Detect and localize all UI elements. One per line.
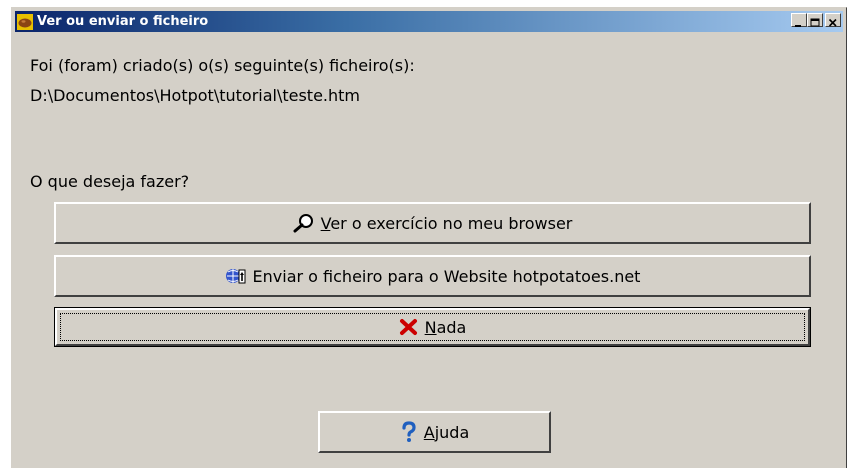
created-files-label: Foi (foram) criado(s) o(s) seguinte(s) f… (30, 56, 415, 75)
question-icon (400, 421, 418, 443)
magnifier-icon (293, 213, 315, 233)
help-label: Ajuda (423, 422, 470, 442)
hotpotatoes-app-icon (17, 13, 33, 30)
dialog-window: Ver ou enviar o ficheiro Foi (foram) cri… (11, 7, 847, 468)
focus-rectangle (60, 313, 805, 341)
window-title: Ver ou enviar o ficheiro (37, 14, 209, 29)
close-icon (828, 18, 837, 27)
minimize-button[interactable] (791, 13, 807, 27)
file-path-text: D:\Documentos\Hotpot\tutorial\teste.htm (30, 86, 361, 105)
title-bar[interactable]: Ver ou enviar o ficheiro (15, 11, 843, 32)
upload-website-label: Enviar o ficheiro para o Website hotpota… (252, 266, 641, 286)
maximize-icon (810, 18, 820, 27)
upload-web-icon (225, 266, 247, 286)
help-button[interactable]: Ajuda (318, 411, 551, 453)
question-label: O que deseja fazer? (30, 172, 190, 191)
window-controls (791, 13, 841, 27)
view-in-browser-button[interactable]: Ver o exercício no meu browser (54, 202, 811, 244)
minimize-icon (795, 25, 801, 27)
close-button[interactable] (825, 13, 841, 27)
maximize-button[interactable] (807, 13, 823, 27)
view-in-browser-label: Ver o exercício no meu browser (320, 213, 573, 233)
nothing-button[interactable]: Nada (54, 307, 811, 347)
upload-website-button[interactable]: Enviar o ficheiro para o Website hotpota… (54, 255, 811, 297)
